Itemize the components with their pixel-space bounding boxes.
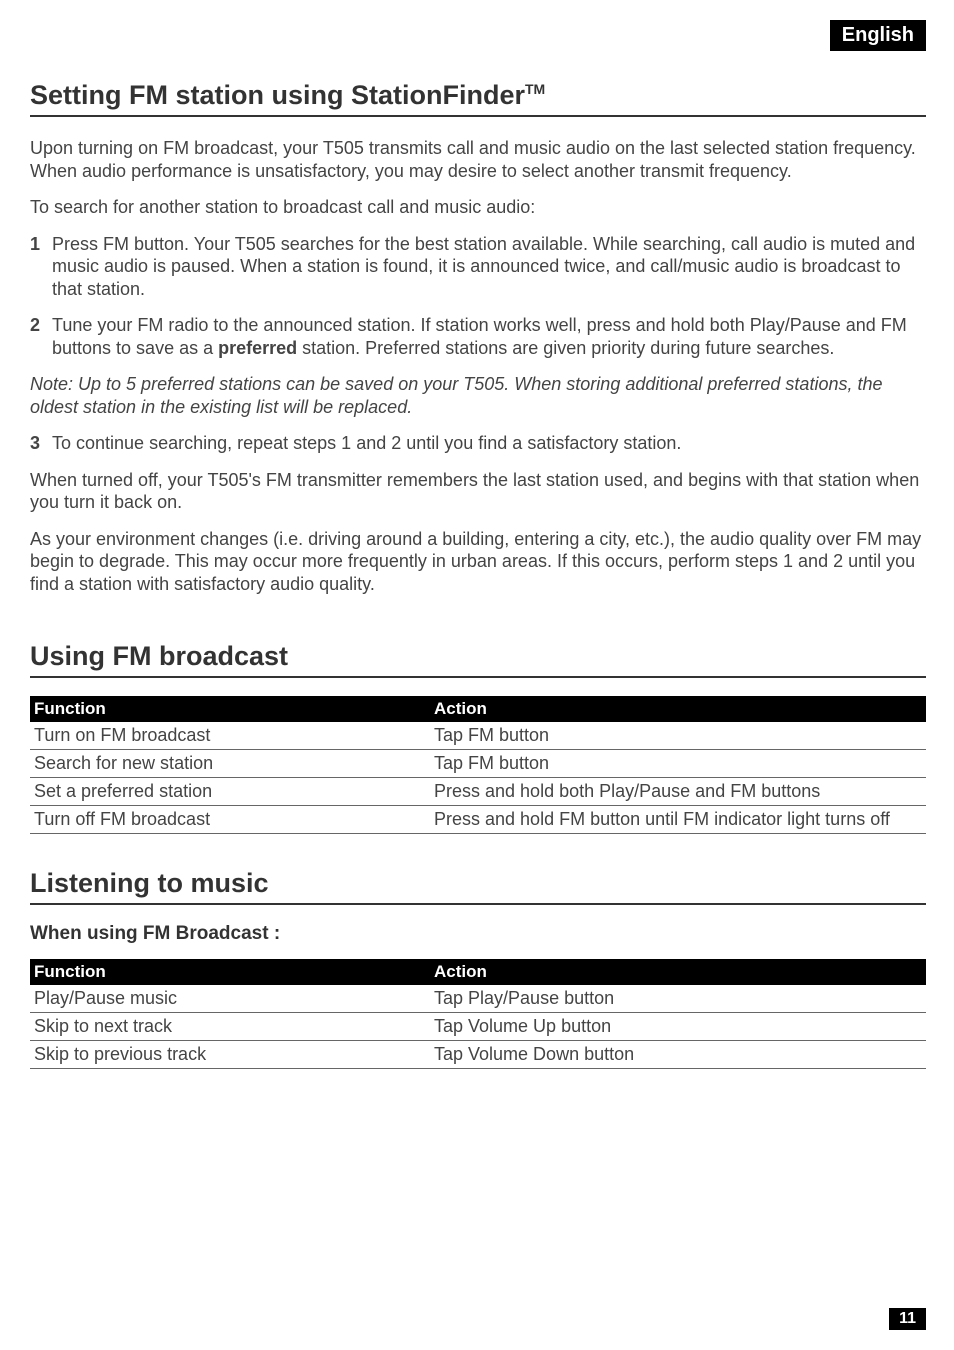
step1: 1 Press FM button. Your T505 searches fo… (30, 233, 926, 301)
step1-num: 1 (30, 233, 48, 301)
step2-text: Tune your FM radio to the announced stat… (52, 314, 926, 359)
table-row: Turn on FM broadcast Tap FM button (30, 722, 926, 750)
table-row: Turn off FM broadcast Press and hold FM … (30, 806, 926, 834)
step3-num: 3 (30, 432, 48, 455)
section1-note: Note: Up to 5 preferred stations can be … (30, 373, 926, 418)
section1-step3-list: 3 To continue searching, repeat steps 1 … (30, 432, 926, 455)
step1-text: Press FM button. Your T505 searches for … (52, 233, 926, 301)
section1-steps: 1 Press FM button. Your T505 searches fo… (30, 233, 926, 360)
tm-symbol: TM (525, 81, 545, 97)
table-row: Set a preferred station Press and hold b… (30, 778, 926, 806)
language-tag: English (830, 20, 926, 51)
step3-text: To continue searching, repeat steps 1 an… (52, 432, 926, 455)
section1-title-text: Setting FM station using StationFinder (30, 80, 525, 110)
fm-broadcast-table: Function Action Turn on FM broadcast Tap… (30, 696, 926, 834)
table2-header-action: Action (430, 959, 926, 985)
table-row: Search for new station Tap FM button (30, 750, 926, 778)
section3-subtitle: When using FM Broadcast : (30, 923, 926, 945)
section3-heading: Listening to music (30, 868, 926, 905)
page-number: 11 (889, 1308, 926, 1330)
section2-heading: Using FM broadcast (30, 641, 926, 678)
section1-heading: Setting FM station using StationFinderTM (30, 80, 926, 117)
table1-header-action: Action (430, 696, 926, 722)
music-table: Function Action Play/Pause music Tap Pla… (30, 959, 926, 1069)
table2-header-function: Function (30, 959, 430, 985)
section1-p4: As your environment changes (i.e. drivin… (30, 528, 926, 596)
table-row: Play/Pause music Tap Play/Pause button (30, 985, 926, 1013)
section1-p3: When turned off, your T505's FM transmit… (30, 469, 926, 514)
section1-p1: Upon turning on FM broadcast, your T505 … (30, 137, 926, 182)
table-row: Skip to previous track Tap Volume Down b… (30, 1041, 926, 1069)
table1-header-function: Function (30, 696, 430, 722)
step3: 3 To continue searching, repeat steps 1 … (30, 432, 926, 455)
step2-num: 2 (30, 314, 48, 359)
table-row: Skip to next track Tap Volume Up button (30, 1013, 926, 1041)
section1-p2: To search for another station to broadca… (30, 196, 926, 219)
step2: 2 Tune your FM radio to the announced st… (30, 314, 926, 359)
